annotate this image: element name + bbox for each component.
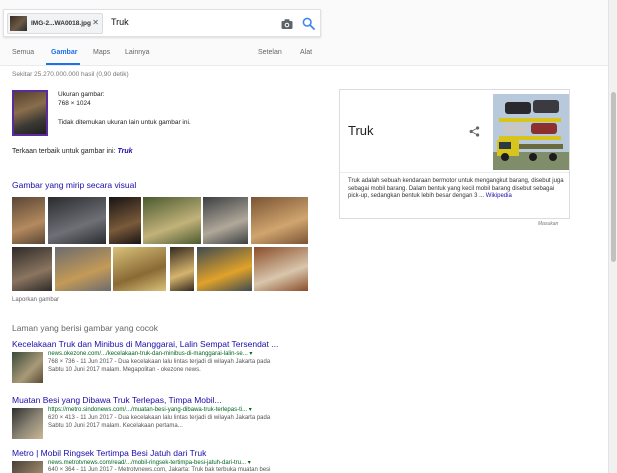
matching-pages-title: Laman yang berisi gambar yang cocok bbox=[12, 323, 158, 333]
share-icon[interactable] bbox=[469, 126, 480, 137]
result-url[interactable]: https://metro.sindonews.com/.../muatan-b… bbox=[48, 406, 252, 413]
similar-image[interactable] bbox=[48, 197, 106, 244]
similar-image[interactable] bbox=[113, 247, 166, 291]
tab-more[interactable]: Lainnya bbox=[125, 49, 150, 56]
similar-image[interactable] bbox=[109, 197, 141, 244]
truck-image[interactable] bbox=[493, 94, 569, 170]
search-input[interactable]: Truk bbox=[111, 17, 129, 27]
query-image-chip[interactable]: IMG-2...WA0018.jpg ✕ bbox=[7, 13, 103, 34]
similar-image[interactable] bbox=[254, 247, 308, 291]
tab-tools[interactable]: Alat bbox=[300, 49, 312, 56]
report-images-link[interactable]: Laporkan gambar bbox=[12, 297, 59, 303]
camera-icon[interactable] bbox=[281, 18, 293, 30]
active-tab-indicator bbox=[46, 63, 80, 65]
result-thumbnail[interactable] bbox=[12, 408, 43, 439]
image-size-value: 768 × 1024 bbox=[58, 100, 91, 107]
result-title[interactable]: Muatan Besi yang Dibawa Truk Terlepas, T… bbox=[12, 395, 222, 405]
close-icon[interactable]: ✕ bbox=[92, 19, 99, 27]
best-guess-prefix: Terkaan terbaik untuk gambar ini: bbox=[12, 148, 116, 155]
result-snippet: Sabtu 10 Juni 2017 malam. Kecelakaan per… bbox=[48, 423, 183, 429]
similar-images-title[interactable]: Gambar yang mirip secara visual bbox=[12, 180, 136, 190]
description-text: Truk adalah sebuah kendaraan bermotor un… bbox=[348, 178, 564, 199]
search-icon[interactable] bbox=[302, 17, 315, 30]
result-url[interactable]: news.okezone.com/.../kecelakaan-truk-dan… bbox=[48, 350, 252, 357]
tab-bar: Semua Gambar Maps Lainnya Setelan Alat bbox=[0, 40, 617, 66]
similar-image[interactable] bbox=[12, 197, 45, 244]
knowledge-panel-divider bbox=[340, 172, 569, 173]
tab-all[interactable]: Semua bbox=[12, 49, 34, 56]
scrollbar[interactable] bbox=[608, 0, 617, 473]
image-size-label: Ukuran gambar: bbox=[58, 91, 105, 98]
search-box[interactable]: IMG-2...WA0018.jpg ✕ Truk bbox=[3, 9, 321, 37]
similar-image[interactable] bbox=[143, 197, 201, 244]
result-title[interactable]: Metro | Mobil Ringsek Tertimpa Besi Jatu… bbox=[12, 448, 206, 458]
feedback-link[interactable]: Masukan bbox=[538, 221, 558, 227]
similar-image[interactable] bbox=[203, 197, 248, 244]
similar-image[interactable] bbox=[170, 247, 194, 291]
result-snippet: Sabtu 10 Juni 2017 malam. Megapolitan - … bbox=[48, 367, 201, 373]
result-thumbnail[interactable] bbox=[12, 461, 43, 473]
query-image-chip-thumbnail bbox=[10, 16, 27, 31]
best-guess-link[interactable]: Truk bbox=[117, 148, 132, 155]
result-thumbnail[interactable] bbox=[12, 352, 43, 383]
result-snippet: 768 × 736 - 11 Jun 2017 - Dua kecelakaan… bbox=[48, 359, 271, 365]
knowledge-panel: Truk Truk adalah sebuah kendaraan bermot… bbox=[339, 89, 570, 219]
result-url[interactable]: news.metrotvnews.com/read/.../mobil-ring… bbox=[48, 459, 251, 466]
best-guess: Terkaan terbaik untuk gambar ini: Truk bbox=[12, 148, 133, 155]
result-stats: Sekitar 25.270.000.000 hasil (0,90 detik… bbox=[12, 71, 129, 78]
query-image-chip-label: IMG-2...WA0018.jpg bbox=[31, 20, 91, 27]
tab-settings[interactable]: Setelan bbox=[258, 49, 282, 56]
result-snippet: 620 × 413 - 11 Jun 2017 - Dua kecelakaan… bbox=[48, 415, 271, 421]
no-other-sizes-text: Tidak ditemukan ukuran lain untuk gambar… bbox=[58, 119, 191, 126]
knowledge-panel-description: Truk adalah sebuah kendaraan bermotor un… bbox=[348, 178, 564, 201]
similar-image[interactable] bbox=[197, 247, 252, 291]
tab-maps[interactable]: Maps bbox=[93, 49, 110, 56]
similar-image[interactable] bbox=[12, 247, 52, 291]
header: IMG-2...WA0018.jpg ✕ Truk bbox=[0, 0, 617, 40]
wikipedia-link[interactable]: Wikipedia bbox=[486, 193, 512, 199]
tab-images[interactable]: Gambar bbox=[51, 49, 77, 56]
result-title[interactable]: Kecelakaan Truk dan Minibus di Manggarai… bbox=[12, 339, 278, 349]
result-snippet: 640 × 364 - 11 Jun 2017 - Metrotvnews.co… bbox=[48, 467, 271, 473]
similar-image[interactable] bbox=[55, 247, 111, 291]
scrollbar-thumb[interactable] bbox=[611, 92, 616, 262]
similar-image[interactable] bbox=[251, 197, 308, 244]
knowledge-panel-title: Truk bbox=[348, 123, 374, 138]
query-image-thumbnail[interactable] bbox=[12, 90, 48, 136]
